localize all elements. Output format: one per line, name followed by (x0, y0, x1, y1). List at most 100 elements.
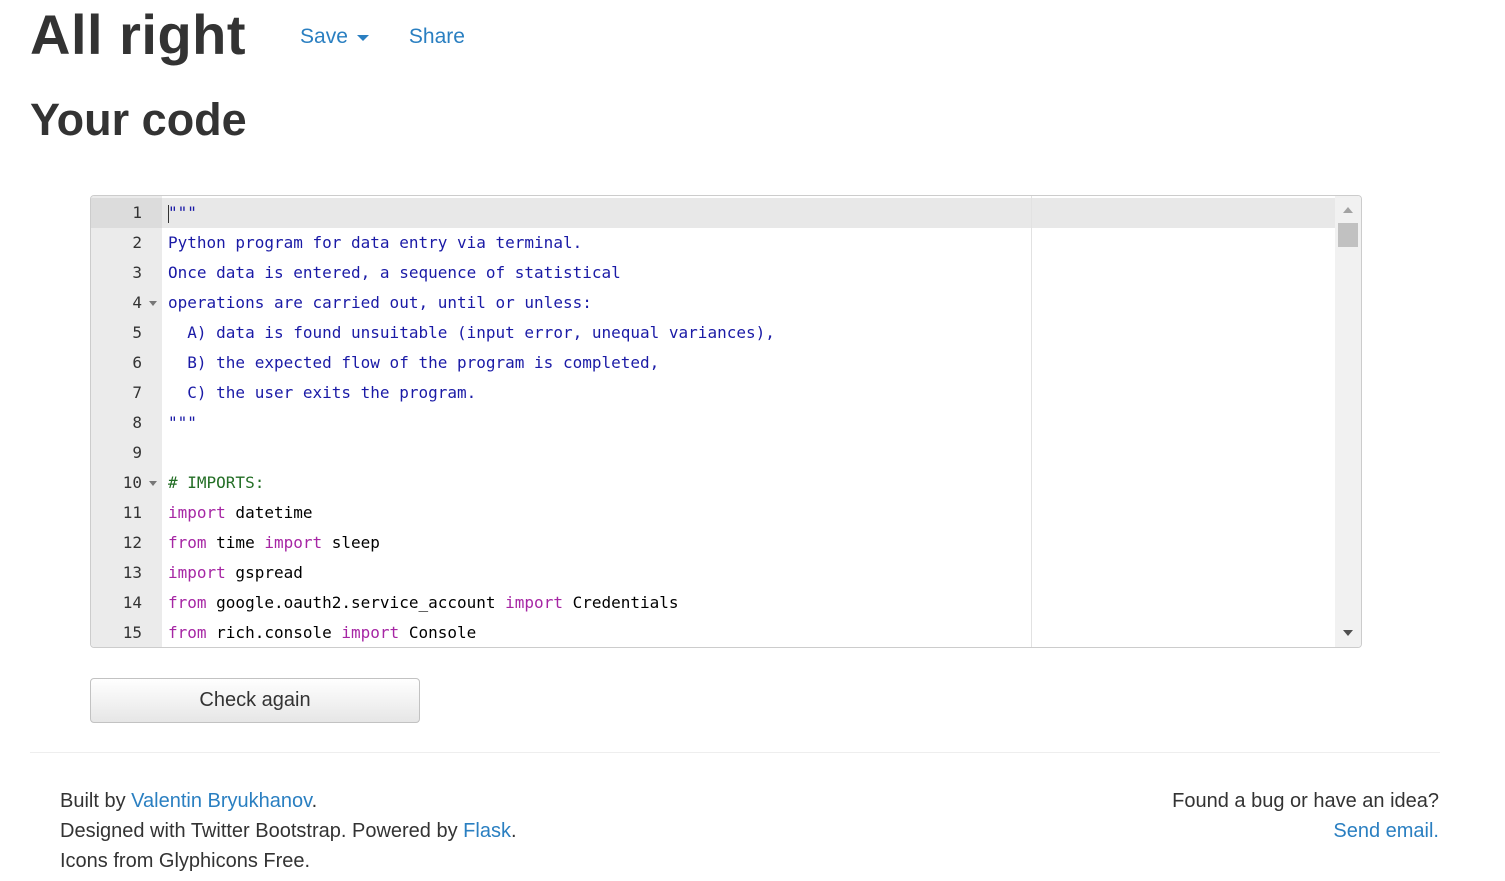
code-line-text: Python program for data entry via termin… (168, 228, 582, 258)
author-link[interactable]: Valentin Bryukhanov (131, 790, 311, 812)
designed-text: Designed with Twitter Bootstrap. Powered… (60, 820, 464, 842)
line-number: 7 (132, 383, 142, 402)
footer-line-icons: Icons from Glyphicons Free. (60, 850, 311, 872)
code-token: import (341, 623, 400, 642)
designed-period: . (510, 820, 517, 842)
line-number: 4 (132, 293, 142, 312)
share-link[interactable]: Share (409, 25, 465, 49)
code-line: Python program for data entry via termin… (162, 228, 1335, 258)
code-token: google.oauth2.service_account (206, 593, 506, 612)
text-cursor (168, 205, 169, 223)
flask-link[interactable]: Flask (463, 820, 511, 842)
code-line-text: B) the expected flow of the program is c… (168, 348, 659, 378)
line-number: 9 (132, 443, 142, 462)
code-token: import (264, 533, 323, 552)
code-line: from rich.console import Console (162, 618, 1335, 647)
caret-down-icon (356, 35, 369, 41)
footer-feedback: Found a bug or have an idea? Send email. (1172, 786, 1439, 846)
built-by-text: Built by (60, 790, 132, 812)
gutter-line: 13 (91, 558, 162, 588)
gutter-line: 15 (91, 618, 162, 647)
line-number: 6 (132, 353, 142, 372)
code-line-text: """ (168, 408, 197, 438)
line-number: 14 (122, 593, 142, 612)
gutter-line: 5 (91, 318, 162, 348)
scroll-thumb[interactable] (1338, 223, 1358, 247)
code-line-text: operations are carried out, until or unl… (168, 288, 592, 318)
gutter-line: 12 (91, 528, 162, 558)
code-line: # IMPORTS: (162, 468, 1335, 498)
scroll-up-icon[interactable] (1343, 207, 1353, 213)
scroll-down-icon[interactable] (1343, 630, 1353, 636)
code-line-text: # IMPORTS: (168, 468, 264, 498)
gutter-line: 1 (91, 198, 162, 228)
line-number: 8 (132, 413, 142, 432)
code-line-text: import gspread (168, 558, 303, 588)
code-line-text: """ (168, 198, 197, 228)
code-line: Once data is entered, a sequence of stat… (162, 258, 1335, 288)
code-line: """ (162, 408, 1335, 438)
gutter-line: 4 (91, 288, 162, 318)
code-line-text: A) data is found unsuitable (input error… (168, 318, 775, 348)
line-number: 12 (122, 533, 142, 552)
code-token: import (505, 593, 563, 612)
code-token: """ (168, 413, 197, 432)
code-line-text: from google.oauth2.service_account impor… (168, 588, 679, 618)
code-editor[interactable]: 1 2 3 4 5 6 7 8 9 10 11 12 13 14 15 """ Python program … (90, 195, 1362, 648)
gutter-line: 9 (91, 438, 162, 468)
bug-question: Found a bug or have an idea? (1172, 790, 1439, 812)
page-title: All right (30, 3, 247, 66)
header-actions: Save Share (300, 25, 505, 49)
gutter-line: 10 (91, 468, 162, 498)
code-line: from google.oauth2.service_account impor… (162, 588, 1335, 618)
code-token: Python program for data entry via termin… (168, 233, 583, 252)
code-token: from (168, 623, 207, 642)
gutter-line: 8 (91, 408, 162, 438)
code-line: from time import sleep (162, 528, 1335, 558)
footer-line-built-by: Built by Valentin Bryukhanov. (60, 786, 517, 816)
check-again-button[interactable]: Check again (90, 678, 420, 723)
gutter-line: 11 (91, 498, 162, 528)
code-token: B) the expected flow of the program is c… (168, 353, 660, 372)
code-token: A) data is found unsuitable (input error… (168, 323, 775, 342)
code-token: datetime (225, 503, 313, 522)
code-line-text: import datetime (168, 498, 313, 528)
fold-toggle-icon[interactable] (149, 301, 157, 306)
code-token: operations are carried out, until or unl… (168, 293, 592, 312)
gutter-line: 3 (91, 258, 162, 288)
line-number: 13 (122, 563, 142, 582)
line-number: 10 (122, 473, 142, 492)
send-email-link[interactable]: Send email. (1333, 820, 1439, 842)
code-token: sleep (322, 533, 380, 552)
code-token: time (206, 533, 265, 552)
code-token: import (168, 503, 226, 522)
code-line: operations are carried out, until or unl… (162, 288, 1335, 318)
editor-scrollbar[interactable] (1335, 196, 1361, 647)
code-token: from (168, 533, 207, 552)
code-token: Console (399, 623, 477, 642)
line-number: 15 (122, 623, 142, 642)
code-line: import datetime (162, 498, 1335, 528)
line-number: 3 (132, 263, 142, 282)
code-token: gspread (225, 563, 303, 582)
code-token: Credentials (562, 593, 679, 612)
code-token: C) the user exits the program. (168, 383, 477, 402)
fold-toggle-icon[interactable] (149, 481, 157, 486)
save-label: Save (300, 25, 348, 48)
code-line-text: C) the user exits the program. (168, 378, 476, 408)
footer-divider (30, 752, 1440, 753)
code-line: A) data is found unsuitable (input error… (162, 318, 1335, 348)
line-number: 1 (132, 203, 142, 222)
built-by-period: . (311, 790, 318, 812)
editor-code-area[interactable]: """ Python program for data entry via ter… (162, 196, 1335, 647)
code-line-text: Once data is entered, a sequence of stat… (168, 258, 621, 288)
code-token: import (168, 563, 226, 582)
section-title: Your code (30, 94, 247, 145)
footer-credits: Built by Valentin Bryukhanov. Designed w… (60, 786, 517, 876)
save-dropdown[interactable]: Save (300, 25, 369, 49)
code-line: import gspread (162, 558, 1335, 588)
code-token: rich.console (206, 623, 342, 642)
page-header: All right Save Share (30, 0, 505, 70)
gutter-line: 7 (91, 378, 162, 408)
